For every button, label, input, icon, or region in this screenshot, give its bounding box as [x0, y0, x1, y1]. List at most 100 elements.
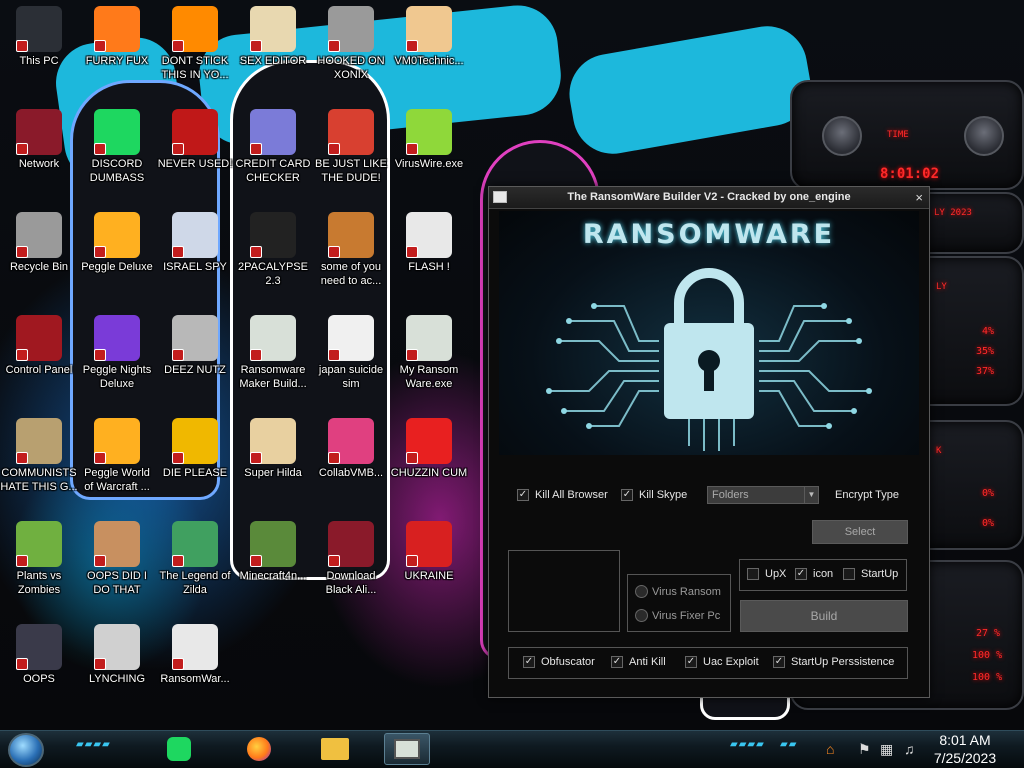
terminal-icon: [250, 212, 296, 258]
desktop-icon-label: FURRY FUX: [85, 55, 149, 67]
desktop-icon[interactable]: Minecraft4n...: [234, 517, 312, 617]
checkbox-box[interactable]: ✓: [685, 656, 697, 668]
desktop-icon[interactable]: LYNCHING: [78, 620, 156, 720]
checkbox-box[interactable]: [843, 568, 855, 580]
ransomware-builder-window[interactable]: The RansomWare Builder V2 - Cracked by o…: [488, 186, 930, 698]
virus-fixer-radio[interactable]: Virus Fixer Pc: [635, 609, 720, 622]
desktop-icon[interactable]: 2PACALYPSE 2.3: [234, 208, 312, 308]
checkbox-box[interactable]: [747, 568, 759, 580]
desktop-icon[interactable]: ISRAEL SPY: [156, 208, 234, 308]
window-titlebar[interactable]: The RansomWare Builder V2 - Cracked by o…: [489, 187, 929, 209]
desktop-icon[interactable]: FLASH !: [390, 208, 468, 308]
pixel-hilda-icon: [250, 418, 296, 464]
network-icon[interactable]: ▦: [880, 741, 893, 758]
desktop-icon[interactable]: RansomWar...: [156, 620, 234, 720]
select-button[interactable]: Select: [812, 520, 908, 544]
shortcut-badge-icon: [16, 246, 28, 258]
taskbar-firefox[interactable]: [236, 733, 282, 765]
desktop-icon[interactable]: OOPS: [0, 620, 78, 720]
virus-type-group: [627, 574, 731, 632]
upx-checkbox[interactable]: UpX: [747, 568, 786, 580]
desktop-icon-label: RansomWar...: [160, 673, 230, 685]
desktop-icon[interactable]: Peggle World of Warcraft ...: [78, 414, 156, 514]
desktop-icon[interactable]: FURRY FUX: [78, 2, 156, 102]
desktop-icon[interactable]: COMMUNISTS HATE THIS G...: [0, 414, 78, 514]
startup-persistence-checkbox[interactable]: ✓ StartUp Perssistence: [773, 656, 894, 668]
startup-checkbox[interactable]: StartUp: [843, 568, 898, 580]
checkbox-box[interactable]: ✓: [621, 489, 633, 501]
virus-ransom-radio[interactable]: Virus Ransom: [635, 585, 721, 598]
close-button[interactable]: ×: [915, 190, 923, 205]
taskbar-ransomware-builder[interactable]: [384, 733, 430, 765]
startup-persistence-label: StartUp Perssistence: [791, 656, 895, 668]
desktop-icon[interactable]: This PC: [0, 2, 78, 102]
obfuscator-checkbox[interactable]: ✓ Obfuscator: [523, 656, 595, 668]
desktop-icon[interactable]: DISCORD DUMBASS: [78, 105, 156, 205]
checkbox-box[interactable]: ✓: [795, 568, 807, 580]
desktop-icon[interactable]: My Ransom Ware.exe: [390, 311, 468, 411]
build-button[interactable]: Build: [740, 600, 908, 632]
encrypt-type-dropdown[interactable]: Folders ▼: [707, 486, 819, 504]
uac-exploit-checkbox[interactable]: ✓ Uac Exploit: [685, 656, 759, 668]
desktop-icon-label: This PC: [19, 55, 59, 67]
desktop-icon[interactable]: CREDIT CARD CHECKER: [234, 105, 312, 205]
desktop-icon[interactable]: Plants vs Zombies: [0, 517, 78, 617]
desktop-icon[interactable]: Network: [0, 105, 78, 205]
checkbox-box[interactable]: ✓: [773, 656, 785, 668]
app-window-icon: [250, 315, 296, 361]
desktop-icon[interactable]: japan suicide sim: [312, 311, 390, 411]
desktop-icon[interactable]: OOPS DID I DO THAT: [78, 517, 156, 617]
start-button[interactable]: [8, 733, 44, 767]
desktop-icon-label: DIE PLEASE: [162, 467, 228, 479]
desktop-icon[interactable]: Ransomware Maker Build...: [234, 311, 312, 411]
desktop-icon-label: 2PACALYPSE 2.3: [238, 261, 308, 287]
checkbox-box[interactable]: ✓: [517, 489, 529, 501]
icon-checkbox[interactable]: ✓ icon: [795, 568, 833, 580]
desktop-icon[interactable]: CHUZZIN CUM: [390, 414, 468, 514]
shortcut-badge-icon: [94, 246, 106, 258]
desktop-icon[interactable]: VM0Technic...: [390, 2, 468, 102]
volume-icon[interactable]: ♫: [904, 741, 915, 757]
chevron-down-icon[interactable]: ▼: [804, 487, 818, 503]
kill-skype-checkbox[interactable]: ✓ Kill Skype: [621, 489, 687, 501]
gadget-short-label: LY: [936, 282, 947, 292]
desktop-icon[interactable]: NEVER USED!: [156, 105, 234, 205]
desktop-icon[interactable]: DIE PLEASE: [156, 414, 234, 514]
desktop-icon[interactable]: VirusWire.exe: [390, 105, 468, 205]
firefox-icon: [94, 6, 140, 52]
kill-all-browser-checkbox[interactable]: ✓ Kill All Browser: [517, 489, 608, 501]
desktop-icon[interactable]: BE JUST LIKE THE DUDE!: [312, 105, 390, 205]
desktop-icon[interactable]: Super Hilda: [234, 414, 312, 514]
desktop-icon[interactable]: DONT STICK THIS IN YO...: [156, 2, 234, 102]
shortcut-badge-icon: [250, 555, 262, 567]
desktop-icon[interactable]: Recycle Bin: [0, 208, 78, 308]
desktop-icon[interactable]: UKRAINE: [390, 517, 468, 617]
desktop-icon[interactable]: Control Panel: [0, 311, 78, 411]
checkbox-box[interactable]: ✓: [611, 656, 623, 668]
desktop-icon[interactable]: DEEZ NUTZ: [156, 311, 234, 411]
desktop-icon[interactable]: some of you need to ac...: [312, 208, 390, 308]
this-pc-icon: [16, 6, 62, 52]
anti-kill-checkbox[interactable]: ✓ Anti Kill: [611, 656, 666, 668]
desktop-icon-label: some of you need to ac...: [320, 261, 382, 287]
system-clock[interactable]: 8:01 AM 7/25/2023: [930, 731, 1000, 767]
onedrive-icon[interactable]: ⌂: [826, 741, 834, 757]
checkbox-box[interactable]: ✓: [523, 656, 535, 668]
desktop-icon[interactable]: The Legend of Zilda: [156, 517, 234, 617]
taskbar-file-explorer[interactable]: [312, 733, 358, 765]
desktop-icon-label: SEX EDITOR: [239, 55, 307, 67]
desktop-icon[interactable]: CollabVMB...: [312, 414, 390, 514]
shortcut-badge-icon: [328, 555, 340, 567]
desktop-icon[interactable]: Peggle Deluxe: [78, 208, 156, 308]
desktop-icon[interactable]: Peggle Nights Deluxe: [78, 311, 156, 411]
radio-dot[interactable]: [635, 585, 648, 598]
desktop-icon[interactable]: Download Black Ali...: [312, 517, 390, 617]
flag-icon[interactable]: ⚑: [858, 741, 871, 758]
radio-dot[interactable]: [635, 609, 648, 622]
taskbar-spotify[interactable]: [156, 733, 202, 765]
desktop-icon[interactable]: HOOKED ON XONIX: [312, 2, 390, 102]
desktop-icon-label: ISRAEL SPY: [163, 261, 227, 273]
desktop-icon[interactable]: SEX EDITOR: [234, 2, 312, 102]
shortcut-badge-icon: [172, 452, 184, 464]
plants-vs-zombies-icon: [16, 521, 62, 567]
